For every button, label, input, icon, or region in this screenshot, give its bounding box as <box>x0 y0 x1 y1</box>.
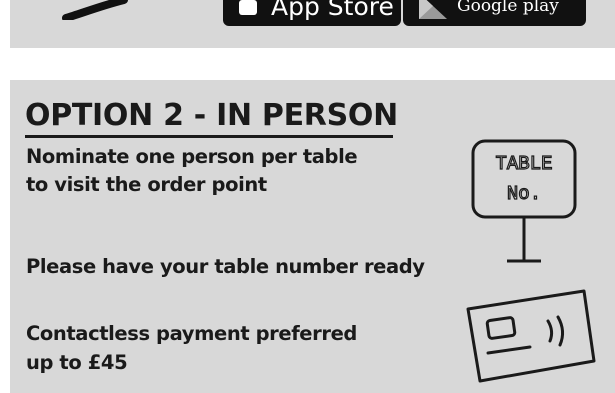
instruction-line-2: to visit the order point <box>26 173 267 196</box>
payment-note-line-1: Contactless payment preferred <box>26 322 357 345</box>
table-sign-number-label: No. <box>507 183 541 205</box>
payment-note-line-2: up to £45 <box>26 351 128 374</box>
instruction-line-1: Nominate one person per table <box>26 145 358 168</box>
contactless-card-icon <box>466 289 596 383</box>
google-play-label: Google play <box>457 0 559 16</box>
table-number-note: Please have your table number ready <box>26 255 425 278</box>
option-2-heading: OPTION 2 - IN PERSON <box>25 98 398 133</box>
app-store-label: App Store <box>271 0 394 21</box>
apple-icon <box>239 0 257 15</box>
app-store-button[interactable]: App Store <box>223 0 401 26</box>
top-panel: App Store Google play <box>10 0 615 48</box>
heading-underline <box>25 135 393 138</box>
hand-swoosh-icon <box>62 0 128 20</box>
google-play-icon <box>419 0 447 19</box>
table-sign-label: TABLE <box>495 153 552 175</box>
google-play-button[interactable]: Google play <box>403 0 586 26</box>
table-number-sign-icon: TABLE No. <box>471 139 577 263</box>
